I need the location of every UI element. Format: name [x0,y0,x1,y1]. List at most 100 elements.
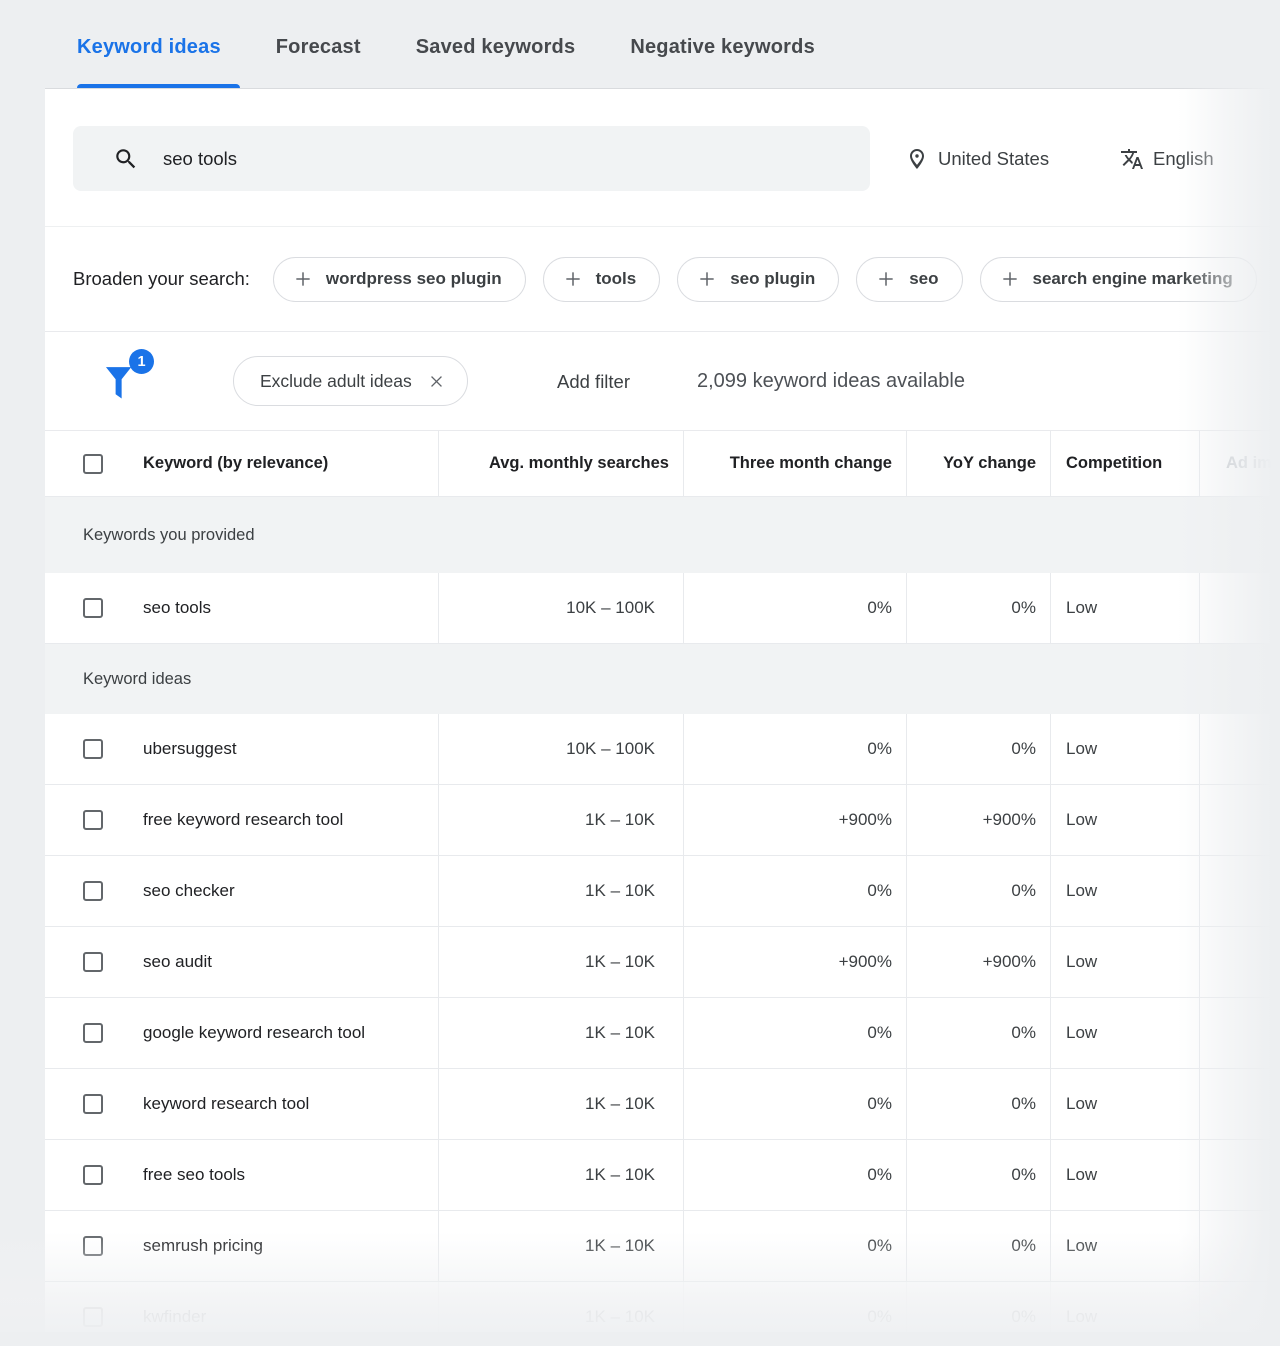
competition-cell: Low [1050,856,1199,926]
three-month-change-cell: +900% [683,785,906,855]
select-all-checkbox[interactable] [83,453,103,474]
filter-chip-label: Exclude adult ideas [260,370,412,391]
keyword-cell: seo audit [143,952,212,971]
competition-cell: Low [1050,573,1199,643]
chip-label: wordpress seo plugin [325,269,502,288]
table-row[interactable]: free keyword research tool 1K – 10K +900… [45,785,1280,856]
column-header-avg-monthly-searches[interactable]: Avg. monthly searches [438,431,683,496]
language-label: English [1153,147,1214,169]
tab-bar: Keyword ideas Forecast Saved keywords Ne… [77,36,815,59]
search-input[interactable] [163,147,803,170]
broaden-chip-wordpress-seo-plugin[interactable]: wordpress seo plugin [272,256,526,302]
table-row[interactable]: google keyword research tool 1K – 10K 0%… [45,998,1280,1069]
chip-label: tools [595,269,637,288]
column-header-three-month-change[interactable]: Three month change [683,431,906,496]
keyword-cell: seo tools [143,598,212,617]
avg-searches-cell: 1K – 10K [438,927,683,997]
yoy-change-cell: 0% [906,1282,1050,1332]
chip-label: seo [909,269,939,288]
three-month-change-cell: 0% [683,998,906,1068]
table-row[interactable]: keyword research tool 1K – 10K 0% 0% Low [45,1069,1280,1140]
yoy-change-cell: 0% [906,714,1050,784]
section-header-keyword-ideas: Keyword ideas [45,644,1280,714]
location-pin-icon [910,148,924,169]
ad-impression-share-cell [1199,785,1280,855]
remove-filter-icon[interactable] [428,373,445,390]
table-row[interactable]: seo checker 1K – 10K 0% 0% Low [45,856,1280,927]
row-checkbox[interactable] [83,1236,103,1256]
table-row[interactable]: kwfinder 1K – 10K 0% 0% Low [45,1282,1280,1332]
ad-impression-share-cell [1199,573,1280,643]
row-checkbox[interactable] [83,1165,103,1185]
three-month-change-cell: 0% [683,1282,906,1332]
avg-searches-cell: 1K – 10K [438,856,683,926]
column-header-yoy-change[interactable]: YoY change [906,431,1050,496]
table-row[interactable]: semrush pricing 1K – 10K 0% 0% Low [45,1211,1280,1282]
competition-cell: Low [1050,1211,1199,1281]
broaden-chip-search-engine-marketing[interactable]: search engine marketing [979,256,1257,302]
column-header-keyword[interactable]: Keyword (by relevance) [143,431,438,496]
table-row[interactable]: ubersuggest 10K – 100K 0% 0% Low [45,714,1280,785]
row-checkbox[interactable] [83,952,103,972]
broaden-chip-seo[interactable]: seo [856,256,963,302]
row-checkbox[interactable] [83,598,103,618]
keyword-cell: free keyword research tool [143,810,344,829]
yoy-change-cell: 0% [906,573,1050,643]
ad-impression-share-cell [1199,1140,1280,1210]
three-month-change-cell: 0% [683,856,906,926]
avg-searches-cell: 10K – 100K [438,714,683,784]
row-checkbox[interactable] [83,1307,103,1327]
language-selector[interactable]: English [1120,126,1214,191]
row-checkbox[interactable] [83,1023,103,1043]
three-month-change-cell: 0% [683,714,906,784]
plus-icon [565,272,580,286]
ad-impression-share-cell [1199,927,1280,997]
keyword-search-box[interactable] [73,126,870,191]
exclude-adult-ideas-chip[interactable]: Exclude adult ideas [233,356,468,406]
ad-impression-share-cell [1199,714,1280,784]
location-label: United States [938,147,1050,169]
avg-searches-cell: 1K – 10K [438,1211,683,1281]
keyword-planner-panel: United States English Broaden your searc… [45,89,1280,1332]
chip-label: seo plugin [730,269,816,288]
filter-funnel-button[interactable]: 1 [102,349,154,406]
row-checkbox[interactable] [83,881,103,901]
tab-keyword-ideas[interactable]: Keyword ideas [77,36,221,59]
keyword-cell: keyword research tool [143,1094,310,1113]
avg-searches-cell: 10K – 100K [438,573,683,643]
column-header-ad-impression-share[interactable]: Ad impression share [1199,431,1280,496]
search-icon [116,148,136,168]
broaden-chip-tools[interactable]: tools [542,256,661,302]
location-selector[interactable]: United States [905,126,1049,191]
competition-cell: Low [1050,785,1199,855]
avg-searches-cell: 1K – 10K [438,1140,683,1210]
search-section: United States English [45,89,1280,227]
keyword-cell: google keyword research tool [143,1023,366,1042]
competition-cell: Low [1050,714,1199,784]
tab-negative-keywords[interactable]: Negative keywords [630,36,815,59]
add-filter-button[interactable]: Add filter [557,332,630,431]
filter-count-badge: 1 [129,349,154,374]
ad-impression-share-cell [1199,856,1280,926]
broaden-chip-seo-plugin[interactable]: seo plugin [677,256,840,302]
keyword-cell: free seo tools [143,1165,246,1184]
yoy-change-cell: 0% [906,856,1050,926]
broaden-search-row: Broaden your search: wordpress seo plugi… [45,227,1280,332]
row-checkbox[interactable] [83,1094,103,1114]
broaden-chip-list: wordpress seo plugin tools seo plugin se… [272,256,1257,302]
row-checkbox[interactable] [83,810,103,830]
table-row[interactable]: seo audit 1K – 10K +900% +900% Low [45,927,1280,998]
yoy-change-cell: +900% [906,927,1050,997]
filter-row: 1 Exclude adult ideas Add filter 2,099 k… [45,332,1280,431]
column-header-competition[interactable]: Competition [1050,431,1199,496]
plus-icon [879,272,893,286]
row-checkbox[interactable] [83,739,103,759]
table-row[interactable]: free seo tools 1K – 10K 0% 0% Low [45,1140,1280,1211]
tab-forecast[interactable]: Forecast [276,36,361,59]
table-row[interactable]: seo tools 10K – 100K 0% 0% Low [45,573,1280,644]
avg-searches-cell: 1K – 10K [438,785,683,855]
tab-saved-keywords[interactable]: Saved keywords [416,36,576,59]
avg-searches-cell: 1K – 10K [438,1069,683,1139]
keyword-cell: ubersuggest [143,739,237,758]
plus-icon [296,272,310,286]
